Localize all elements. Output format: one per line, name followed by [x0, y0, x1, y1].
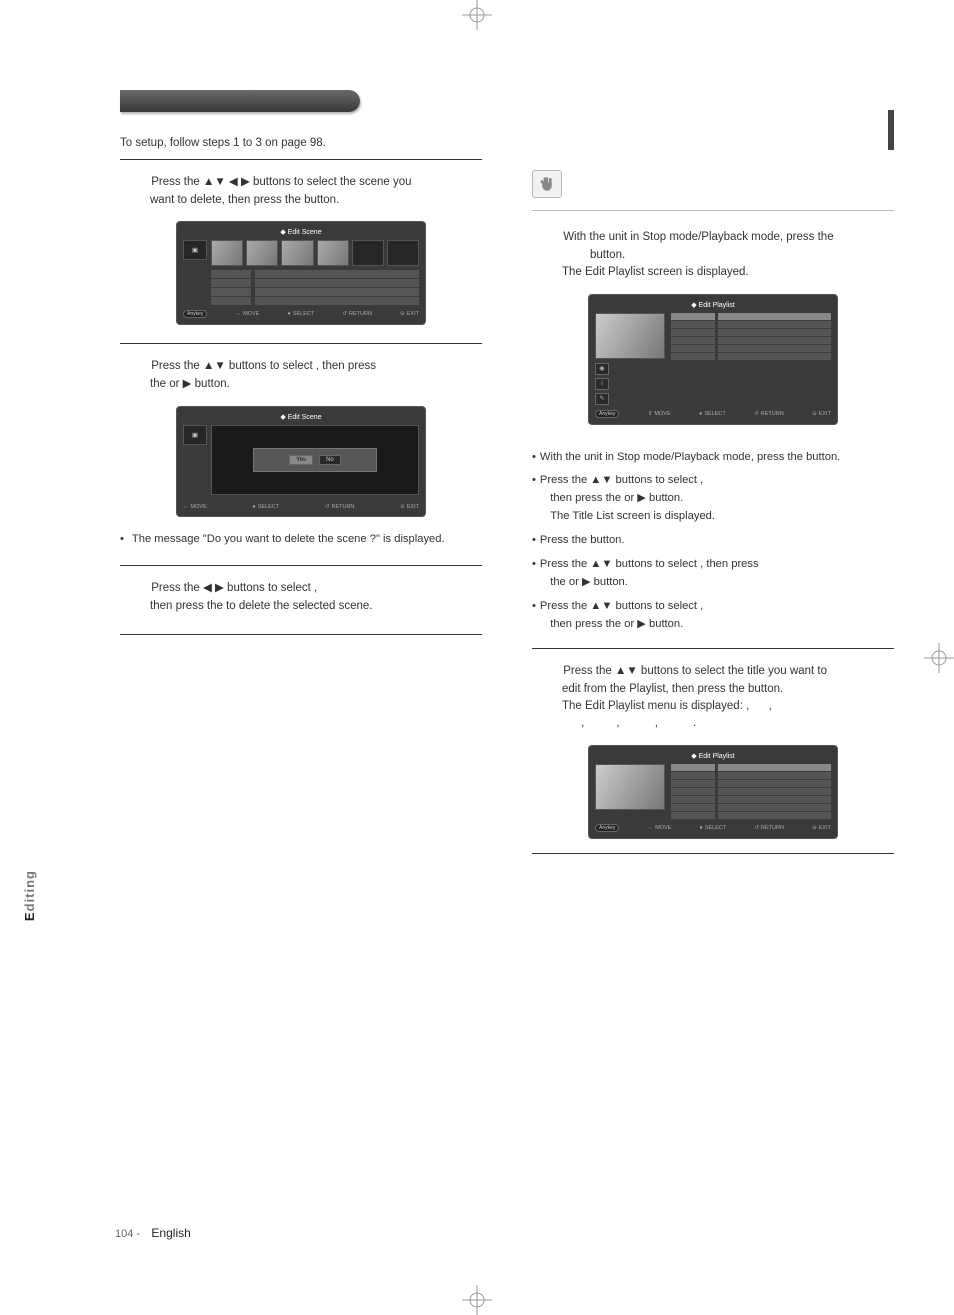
scene-thumb	[211, 240, 243, 266]
ss-footer-move: ⇕ MOVE	[648, 411, 671, 417]
ss-footer-select: ● SELECT	[252, 504, 279, 510]
step-number-icon	[122, 358, 140, 376]
ss-sidebar-icon: ▣	[183, 425, 207, 445]
ss-footer-return: ↺ RETURN	[754, 825, 784, 831]
tools-icon: ✎	[595, 393, 609, 405]
bullet-4: •Press the ▲▼ buttons to select , then p…	[532, 556, 894, 592]
anykey-badge: Anykey	[595, 824, 619, 832]
page-body: To setup, follow steps 1 to 3 on page 98…	[60, 90, 894, 1275]
step-6-text-c: then press the	[150, 600, 223, 612]
r1-a: With the unit in Stop mode/Playback mode…	[563, 231, 833, 243]
screenshot-edit-scene-thumbs: ◆ Edit Scene ▣	[176, 221, 426, 325]
step-number-icon	[534, 229, 552, 247]
right-column: With the unit in Stop mode/Playback mode…	[522, 90, 894, 1275]
playlist-thumb	[595, 764, 665, 810]
ss-footer-exit: ⊝ EXIT	[812, 825, 831, 831]
scene-thumb	[317, 240, 349, 266]
registration-mark-top	[462, 0, 492, 30]
scene-thumb-empty	[387, 240, 419, 266]
ss-footer-select: ● SELECT	[287, 311, 314, 317]
section-bar	[120, 90, 360, 112]
r1-b: button.	[590, 249, 625, 261]
side-tab-editing: Editing	[22, 870, 37, 921]
note-delete-scene: • The message "Do you want to delete the…	[120, 531, 482, 548]
page-number: 104 -	[115, 1228, 140, 1240]
ss-footer-select: ● SELECT	[699, 825, 726, 831]
ss-footer-select: ● SELECT	[699, 411, 726, 417]
ss-sidebar-icon: ▣	[183, 240, 207, 260]
step-6-text-d: to delete the selected scene.	[226, 600, 372, 612]
step-number-icon	[122, 580, 140, 598]
ss-footer-move: ⇔ MOVE	[648, 825, 672, 831]
info-icon: i	[595, 378, 609, 390]
left-column: To setup, follow steps 1 to 3 on page 98…	[60, 90, 482, 1275]
step-5-text-c: the	[150, 378, 166, 390]
step-5-text-d: or ▶ button.	[169, 378, 230, 390]
step-6-text-b: ,	[314, 582, 317, 594]
screenshot-edit-playlist: ◆ Edit Playlist ◉ i ✎	[588, 294, 838, 425]
screenshot-edit-playlist-menu: ◆ Edit Playlist Anykey ⇔ MOVE ●	[588, 745, 838, 839]
ss-footer-return: ↺ RETURN	[325, 504, 355, 510]
registration-mark-bottom	[462, 1285, 492, 1315]
step-number-icon	[122, 174, 140, 192]
hand-icon	[532, 170, 562, 198]
bullet-2: •Press the ▲▼ buttons to select , then p…	[532, 472, 894, 526]
ss-footer-return: ↺ RETURN	[754, 411, 784, 417]
ss1-title: ◆ Edit Scene	[183, 226, 419, 240]
vertical-bar-icon	[888, 110, 894, 150]
setup-instruction: To setup, follow steps 1 to 3 on page 98…	[120, 137, 482, 160]
ss-footer-exit: ⊝ EXIT	[400, 504, 419, 510]
step-4-text-c: button.	[304, 194, 339, 206]
step-5-text-b: , then press	[316, 360, 376, 372]
right-step-1: With the unit in Stop mode/Playback mode…	[562, 229, 894, 282]
ss-footer-return: ↺ RETURN	[342, 311, 372, 317]
ss-footer-move: ⇔ MOVE	[183, 504, 207, 510]
step-4-text-b: want to delete, then press the	[150, 194, 301, 206]
anykey-badge: Anykey	[183, 310, 207, 318]
confirm-yes: Yes	[289, 455, 313, 465]
bullet-3: •Press the button.	[532, 532, 894, 550]
step-6: Press the ◀ ▶ buttons to select , then p…	[150, 580, 482, 615]
screenshot-edit-scene-confirm: ◆ Edit Scene ▣ Yes No	[176, 406, 426, 517]
playlist-thumb	[595, 313, 665, 359]
page-footer: 104 - English	[115, 1226, 191, 1240]
confirm-no: No	[319, 455, 341, 465]
step-4: Press the ▲▼ ◀ ▶ buttons to select the s…	[150, 174, 482, 209]
ss-footer-exit: ⊝ EXIT	[812, 411, 831, 417]
page-language: English	[151, 1226, 190, 1240]
scene-thumb	[246, 240, 278, 266]
ss3-title: ◆ Edit Playlist	[595, 299, 831, 313]
step-6-text-a: Press the ◀ ▶ buttons to select	[151, 582, 311, 594]
step-4-text-a: Press the ▲▼ ◀ ▶ buttons to select the s…	[151, 176, 411, 188]
registration-mark-right	[924, 643, 954, 673]
ss2-title: ◆ Edit Scene	[183, 411, 419, 425]
ss-footer-exit: ⊝ EXIT	[400, 311, 419, 317]
confirm-dialog: Yes No	[253, 448, 377, 472]
bullet-1: •With the unit in Stop mode/Playback mod…	[532, 449, 894, 467]
step-5-text-a: Press the ▲▼ buttons to select	[151, 360, 312, 372]
ss4-title: ◆ Edit Playlist	[595, 750, 831, 764]
disc-icon: ◉	[595, 363, 609, 375]
step-number-icon	[534, 663, 552, 681]
step-5: Press the ▲▼ buttons to select , then pr…	[150, 358, 482, 393]
ss-footer-move: ⇔ MOVE	[236, 311, 260, 317]
bullet-5: •Press the ▲▼ buttons to select , then p…	[532, 598, 894, 634]
anykey-badge: Anykey	[595, 410, 619, 418]
right-step-2: Press the ▲▼ buttons to select the title…	[562, 663, 894, 733]
scene-thumb-empty	[352, 240, 384, 266]
r1-c: The Edit Playlist screen is displayed.	[562, 266, 749, 278]
scene-thumb	[281, 240, 313, 266]
